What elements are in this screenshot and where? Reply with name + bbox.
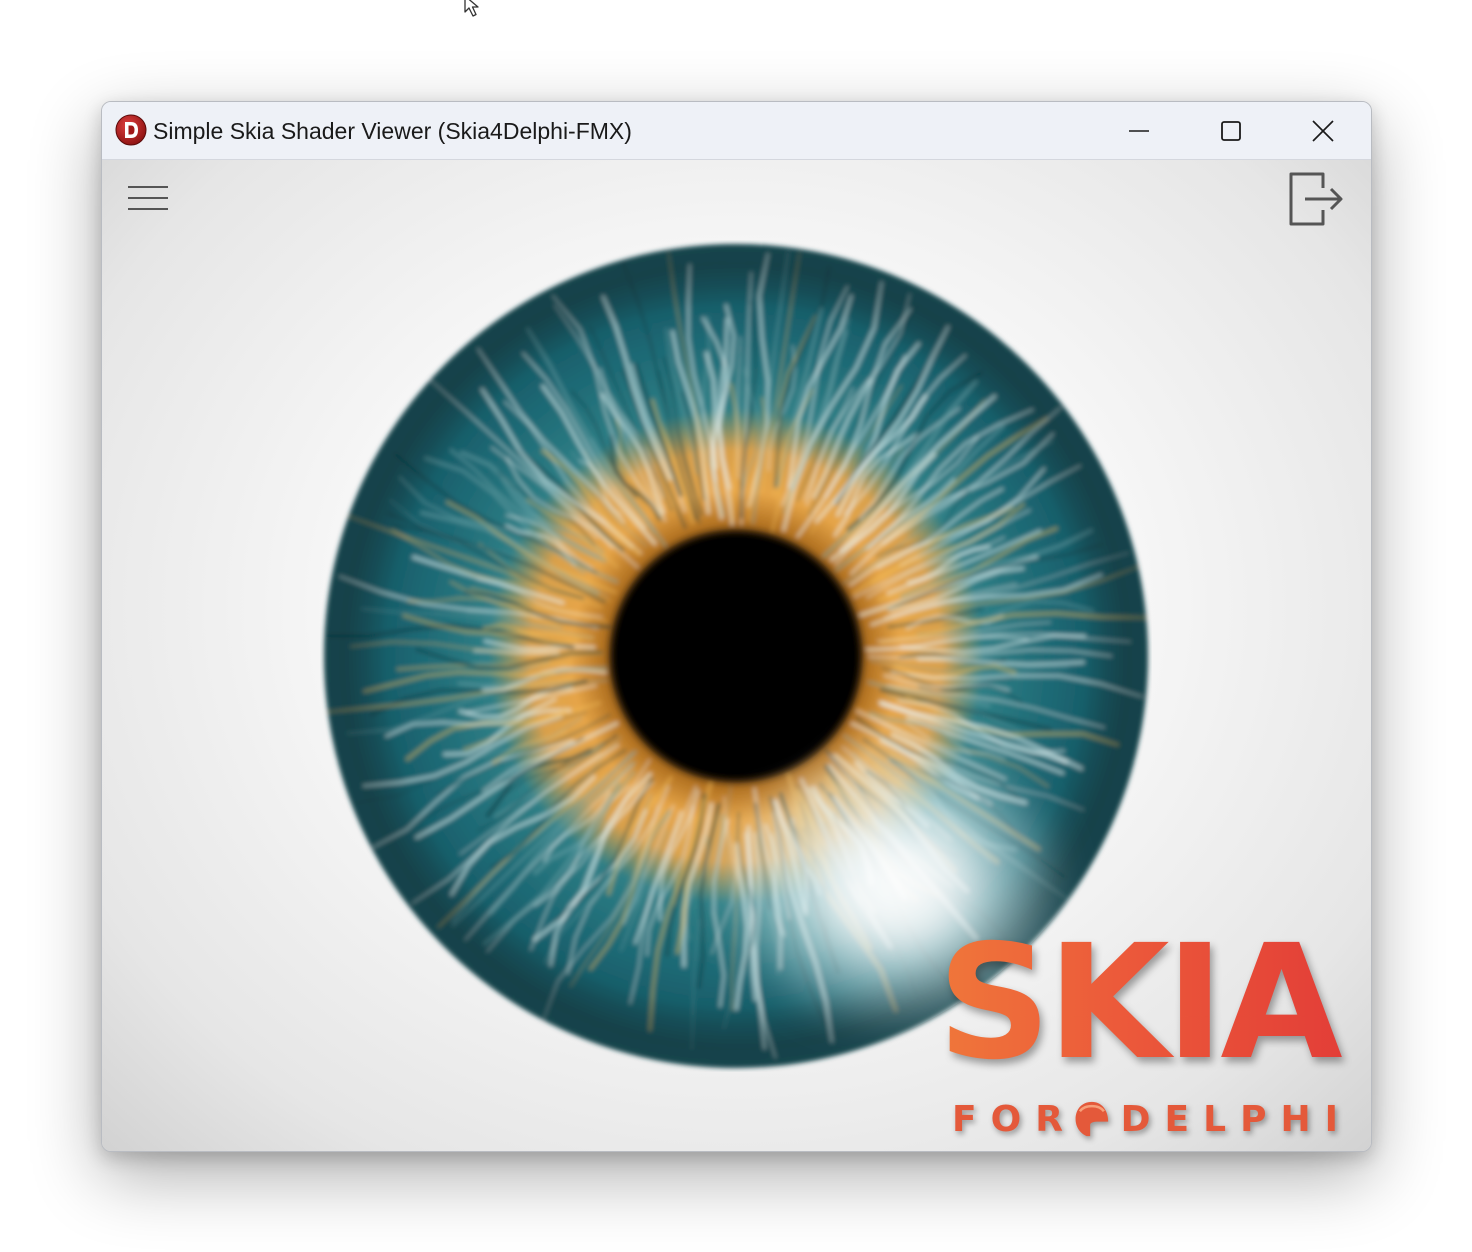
maximize-button[interactable] <box>1185 102 1277 159</box>
minimize-button[interactable] <box>1093 102 1185 159</box>
logo-skia-text: SKIA <box>918 918 1358 1088</box>
exit-button[interactable] <box>1283 168 1349 230</box>
delphi-logo-icon <box>115 114 147 146</box>
menu-button[interactable] <box>120 178 176 218</box>
shader-canvas-area: SKIA FOR DELPHI <box>102 160 1371 1151</box>
title-bar[interactable]: Simple Skia Shader Viewer (Skia4Delphi-F… <box>102 102 1371 160</box>
hamburger-menu-icon <box>128 186 168 210</box>
minimize-icon <box>1129 129 1149 132</box>
logo-delphi-text: DELPHI <box>1120 1098 1352 1140</box>
exit-icon <box>1289 172 1343 226</box>
close-icon <box>1312 119 1334 142</box>
mouse-cursor-icon <box>464 0 479 17</box>
logo-subtitle: FOR DELPHI <box>952 1094 1352 1144</box>
spartan-helmet-icon <box>1075 1101 1109 1137</box>
logo-for-text: FOR <box>952 1098 1077 1140</box>
window-title: Simple Skia Shader Viewer (Skia4Delphi-F… <box>153 118 632 144</box>
maximize-icon <box>1221 120 1241 141</box>
app-window: Simple Skia Shader Viewer (Skia4Delphi-F… <box>101 101 1372 1152</box>
desktop: Simple Skia Shader Viewer (Skia4Delphi-F… <box>0 0 1472 1252</box>
close-button[interactable] <box>1277 102 1369 159</box>
skia-for-delphi-logo: SKIA FOR DELPHI <box>918 918 1358 1148</box>
